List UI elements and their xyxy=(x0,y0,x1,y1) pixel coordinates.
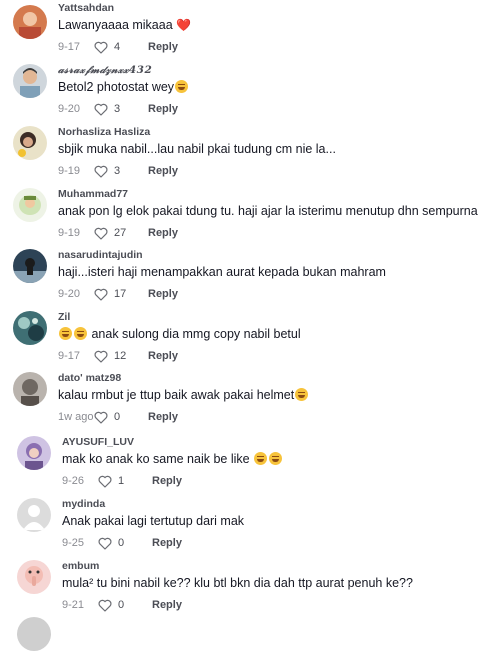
comment-meta: 9-17 4 Reply xyxy=(58,40,178,54)
heart-outline-icon[interactable] xyxy=(98,475,112,488)
comment-meta: 9-20 17 Reply xyxy=(58,287,178,301)
comment-date: 9-26 xyxy=(62,475,85,487)
heart-emoji: ❤️ xyxy=(176,18,192,32)
reply-button[interactable]: Reply xyxy=(148,165,178,177)
laughing-emoji xyxy=(295,388,309,401)
comment-meta: 9-26 1 Reply xyxy=(62,474,182,488)
like-count: 1 xyxy=(118,475,125,487)
heart-outline-icon[interactable] xyxy=(94,103,108,116)
comment-text: anak sulong dia mmg copy nabil betul xyxy=(58,327,301,341)
rofl-emoji xyxy=(59,327,72,340)
comment-meta: 9-21 0 Reply xyxy=(62,598,182,612)
comment-meta: 9-19 27 Reply xyxy=(58,226,178,240)
avatar[interactable] xyxy=(13,64,47,98)
comment-date: 9-17 xyxy=(58,350,81,362)
comment-date: 1w ago xyxy=(58,411,94,423)
avatar[interactable] xyxy=(13,126,47,160)
comment-text: kalau rmbut je ttup baik awak pakai helm… xyxy=(58,388,309,402)
comment-text: Anak pakai lagi tertutup dari mak xyxy=(62,514,245,528)
comment-meta: 9-17 12 Reply xyxy=(58,349,178,363)
heart-outline-icon[interactable] xyxy=(94,41,108,54)
like-count: 3 xyxy=(114,165,121,177)
comment-date: 9-20 xyxy=(58,103,81,115)
like-count: 0 xyxy=(114,411,121,423)
comment-date: 9-25 xyxy=(62,537,85,549)
comment-username[interactable]: AYUSUFI_LUV xyxy=(62,436,134,448)
rofl-emoji xyxy=(74,327,87,340)
avatar[interactable] xyxy=(13,5,47,39)
reply-button[interactable]: Reply xyxy=(152,475,182,487)
comment-text: haji...isteri haji menampakkan aurat kep… xyxy=(58,265,386,279)
like-count: 12 xyxy=(114,350,127,362)
like-count: 3 xyxy=(114,103,121,115)
laughing-emoji xyxy=(175,80,189,93)
avatar[interactable] xyxy=(17,498,51,532)
comment-username[interactable]: Yattsahdan xyxy=(58,2,114,14)
reply-button[interactable]: Reply xyxy=(148,288,178,300)
comment-meta: 1w ago 0 Reply xyxy=(58,410,178,424)
avatar[interactable] xyxy=(13,249,47,283)
comment-username[interactable]: Zil xyxy=(58,311,70,323)
laughing-emoji xyxy=(254,452,268,465)
heart-outline-icon[interactable] xyxy=(94,350,108,363)
comment-meta: 9-19 3 Reply xyxy=(58,164,178,178)
heart-outline-icon[interactable] xyxy=(98,537,112,550)
comment-text: mak ko anak ko same naik be like xyxy=(62,452,283,466)
heart-outline-icon[interactable] xyxy=(94,288,108,301)
comment-username[interactable]: 𝒶𝓈𝓇𝒶𝓍𝒻𝓂𝒹𝓏𝓃𝓍𝓍432 xyxy=(58,64,152,77)
comment-text: Betol2 photostat wey xyxy=(58,80,189,94)
avatar[interactable] xyxy=(13,188,47,222)
heart-outline-icon[interactable] xyxy=(98,599,112,612)
avatar[interactable] xyxy=(17,617,51,651)
heart-outline-icon[interactable] xyxy=(94,165,108,178)
comment-date: 9-20 xyxy=(58,288,81,300)
avatar[interactable] xyxy=(17,560,51,594)
avatar[interactable] xyxy=(17,436,51,470)
comment-username[interactable]: dato' matz98 xyxy=(58,372,121,384)
comment-date: 9-19 xyxy=(58,165,81,177)
comment-username[interactable]: Muhammad77 xyxy=(58,188,128,200)
reply-button[interactable]: Reply xyxy=(148,41,178,53)
comment-username[interactable]: embum xyxy=(62,560,99,572)
comment-text: anak pon lg elok pakai tdung tu. haji aj… xyxy=(58,204,478,218)
reply-button[interactable]: Reply xyxy=(152,599,182,611)
comment-list: Yattsahdan Lawanyaaaa mikaaa ❤️ 9-17 4 R… xyxy=(0,0,500,651)
comment-username[interactable]: Norhasliza Hasliza xyxy=(58,126,150,138)
comment-date: 9-21 xyxy=(62,599,85,611)
heart-outline-icon[interactable] xyxy=(94,411,108,424)
avatar[interactable] xyxy=(13,372,47,406)
comment-username[interactable]: nasarudintajudin xyxy=(58,249,143,261)
reply-button[interactable]: Reply xyxy=(148,350,178,362)
like-count: 4 xyxy=(114,41,121,53)
heart-outline-icon[interactable] xyxy=(94,227,108,240)
comment-meta: 9-25 0 Reply xyxy=(62,536,182,550)
comment-text: sbjik muka nabil...lau nabil pkai tudung… xyxy=(58,142,336,156)
comment-meta: 9-20 3 Reply xyxy=(58,102,178,116)
reply-button[interactable]: Reply xyxy=(148,227,178,239)
like-count: 0 xyxy=(118,537,125,549)
like-count: 0 xyxy=(118,599,125,611)
reply-button[interactable]: Reply xyxy=(152,537,182,549)
avatar[interactable] xyxy=(13,311,47,345)
comment-text: mula² tu bini nabil ke?? klu btl bkn dia… xyxy=(62,576,413,590)
comment-username[interactable]: mydinda xyxy=(62,498,105,510)
laughing-emoji xyxy=(269,452,283,465)
comment-date: 9-17 xyxy=(58,41,81,53)
like-count: 27 xyxy=(114,227,127,239)
comment-text: Lawanyaaaa mikaaa ❤️ xyxy=(58,18,192,32)
reply-button[interactable]: Reply xyxy=(148,411,178,423)
comment-date: 9-19 xyxy=(58,227,81,239)
reply-button[interactable]: Reply xyxy=(148,103,178,115)
like-count: 17 xyxy=(114,288,127,300)
